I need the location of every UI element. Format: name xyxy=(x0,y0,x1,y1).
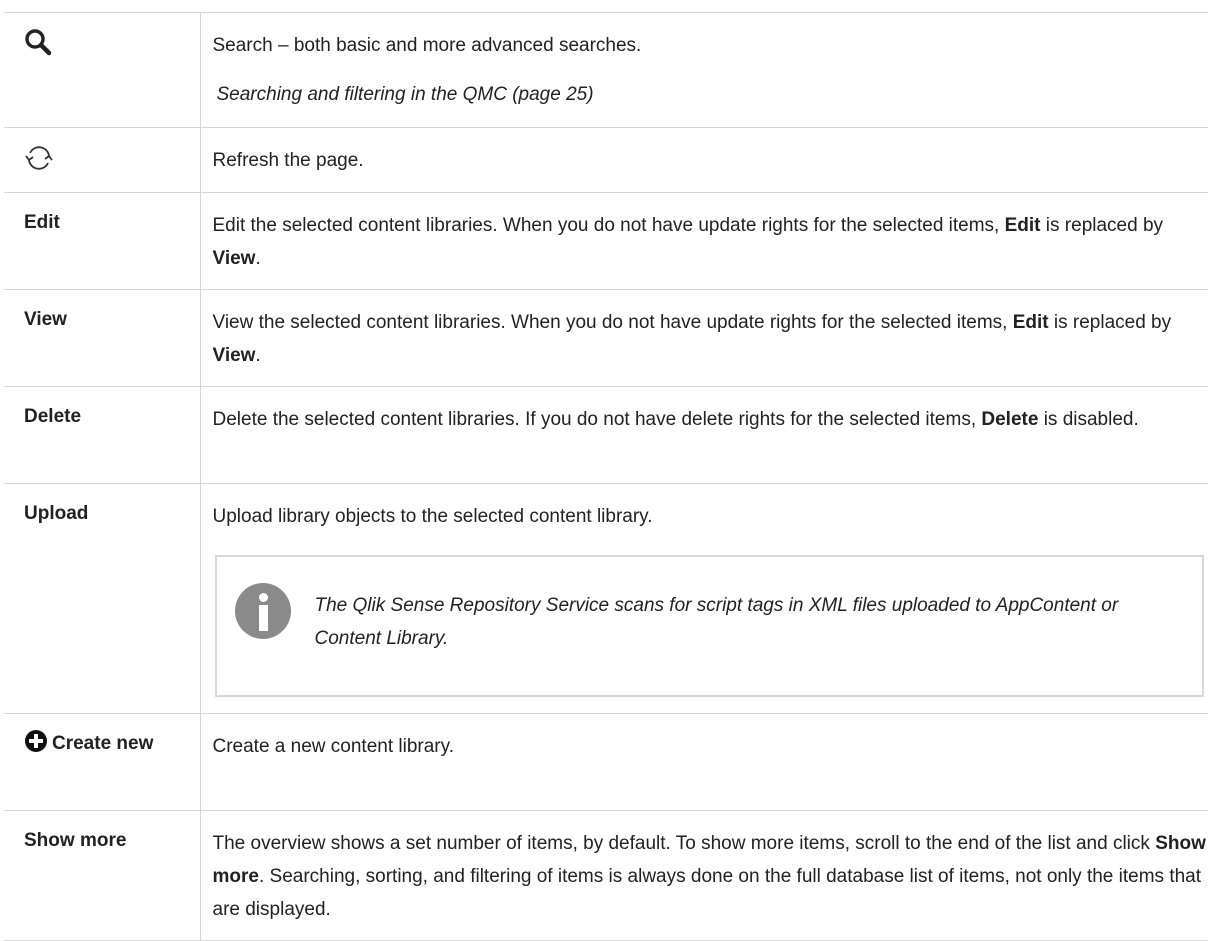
label-cell xyxy=(4,13,200,128)
option-label: Delete xyxy=(24,406,81,427)
search-icon[interactable] xyxy=(24,28,52,56)
refresh-icon[interactable] xyxy=(24,143,54,173)
table-row: Show more The overview shows a set numbe… xyxy=(4,811,1208,941)
option-label: Upload xyxy=(24,503,88,524)
label-cell xyxy=(4,128,200,193)
label-cell: Edit xyxy=(4,193,200,290)
description-cell: View the selected content libraries. Whe… xyxy=(200,290,1208,387)
info-icon xyxy=(235,583,291,639)
description-cell: The overview shows a set number of items… xyxy=(200,811,1208,941)
description-cell: Create a new content library. xyxy=(200,714,1208,811)
table-row: Edit Edit the selected content libraries… xyxy=(4,193,1208,290)
table-row: Upload Upload library objects to the sel… xyxy=(4,484,1208,714)
table-row: Delete Delete the selected content libra… xyxy=(4,387,1208,484)
label-cell: Create new xyxy=(4,714,200,811)
description-text: Upload library objects to the selected c… xyxy=(213,500,1208,533)
description-cell: Delete the selected content libraries. I… xyxy=(200,387,1208,484)
plus-circle-icon[interactable] xyxy=(24,729,48,753)
description-text: The overview shows a set number of items… xyxy=(213,827,1208,926)
description-cell: Edit the selected content libraries. Whe… xyxy=(200,193,1208,290)
table-row: Refresh the page. xyxy=(4,128,1208,193)
table-row: View View the selected content libraries… xyxy=(4,290,1208,387)
option-label: Create new xyxy=(52,733,153,754)
description-text: Create a new content library. xyxy=(213,730,1208,763)
description-text: View the selected content libraries. Whe… xyxy=(213,306,1208,372)
description-text: Search – both basic and more advanced se… xyxy=(213,29,1208,62)
option-label: View xyxy=(24,309,67,330)
label-cell: Upload xyxy=(4,484,200,714)
table-row: Create new Create a new content library. xyxy=(4,714,1208,811)
note-text: The Qlik Sense Repository Service scans … xyxy=(315,589,1183,655)
description-cell: Upload library objects to the selected c… xyxy=(200,484,1208,714)
table-row: Search – both basic and more advanced se… xyxy=(4,13,1208,128)
label-cell: Show more xyxy=(4,811,200,941)
option-label: Show more xyxy=(24,830,126,851)
description-cell: Search – both basic and more advanced se… xyxy=(200,13,1208,128)
options-table: Search – both basic and more advanced se… xyxy=(4,12,1208,941)
label-cell: Delete xyxy=(4,387,200,484)
cross-reference-link[interactable]: Searching and filtering in the QMC (page… xyxy=(217,78,594,111)
description-cell: Refresh the page. xyxy=(200,128,1208,193)
description-text: Delete the selected content libraries. I… xyxy=(213,403,1208,436)
description-text: Edit the selected content libraries. Whe… xyxy=(213,209,1208,275)
description-text: Refresh the page. xyxy=(213,144,1208,177)
note-box: The Qlik Sense Repository Service scans … xyxy=(215,555,1205,697)
label-cell: View xyxy=(4,290,200,387)
option-label: Edit xyxy=(24,212,60,233)
